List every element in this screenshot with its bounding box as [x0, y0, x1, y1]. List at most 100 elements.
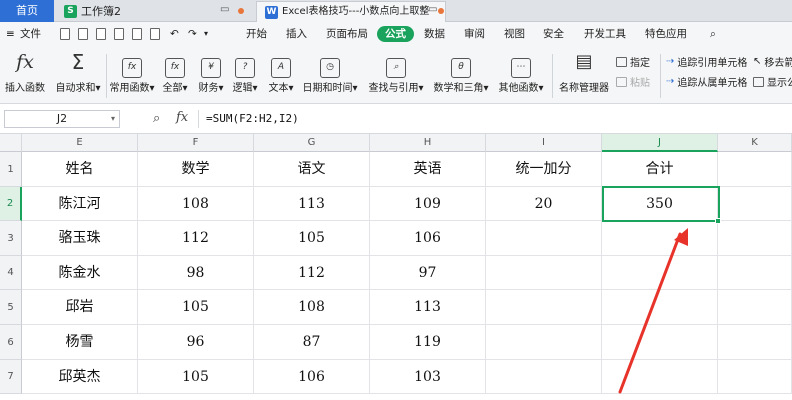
paste-icon: [616, 76, 627, 87]
document-icon: W: [265, 5, 278, 19]
menu-home[interactable]: 开始: [246, 26, 267, 42]
ribbon-divider: [552, 54, 553, 98]
name-manager-label: 名称管理器: [559, 83, 609, 94]
monitor-icon[interactable]: ▭: [220, 4, 229, 15]
show-formulas-icon: [753, 76, 764, 87]
text-label: 文本▾: [268, 83, 294, 94]
formula-input[interactable]: =SUM(F2:H2,I2): [198, 110, 792, 128]
date-time-button[interactable]: ◷ 日期和时间▾: [302, 50, 358, 94]
formula-bar: J2 ▾ ⌕ fx =SUM(F2:H2,I2): [0, 104, 792, 134]
math-trig-label: 数学和三角▾: [433, 83, 489, 94]
trace-precedents-label: 追踪引用单元格: [677, 58, 748, 69]
clock-icon: ◷: [320, 58, 340, 78]
common-functions-button[interactable]: fx 常用函数▾: [108, 50, 156, 94]
define-icon: [616, 56, 627, 67]
all-functions-label: 全部▾: [162, 83, 188, 94]
menu-view[interactable]: 视图: [504, 26, 525, 42]
preview-icon[interactable]: [150, 28, 160, 40]
name-box[interactable]: J2 ▾: [4, 110, 120, 128]
save-icon[interactable]: [96, 28, 106, 40]
more-icon: ⋯: [511, 58, 531, 78]
function-icon: fx: [16, 51, 34, 73]
unsaved-dot-icon: [238, 8, 244, 14]
menu-insert[interactable]: 插入: [286, 26, 307, 42]
define-label: 指定: [630, 58, 650, 69]
date-time-label: 日期和时间▾: [302, 83, 358, 94]
menu-security[interactable]: 安全: [543, 26, 564, 42]
more-functions-button[interactable]: ⋯ 其他函数▾: [496, 50, 546, 94]
name-manager-icon: ▤: [575, 51, 593, 72]
annotation-arrow: [618, 228, 688, 394]
show-formulas-button[interactable]: 显示公: [753, 74, 792, 89]
question-icon: ?: [235, 58, 255, 78]
paste-label: 粘贴: [630, 78, 650, 89]
logical-button[interactable]: ? 逻辑▾: [230, 50, 260, 94]
show-formulas-label: 显示公: [767, 78, 792, 89]
arrow-shaft: [618, 232, 682, 394]
search-icon[interactable]: ⌕: [710, 26, 716, 42]
spreadsheet-icon: S: [64, 5, 77, 18]
tab-document[interactable]: W Excel表格技巧---小数点向上取整: [256, 1, 446, 22]
math-trig-button[interactable]: θ 数学和三角▾: [432, 50, 490, 94]
menu-file[interactable]: 文件: [20, 26, 41, 42]
text-button[interactable]: A 文本▾: [266, 50, 296, 94]
paste-name-button[interactable]: 粘贴: [616, 74, 650, 89]
print-icon[interactable]: [132, 28, 142, 40]
name-manager-button[interactable]: ▤ 名称管理器: [558, 50, 610, 94]
function-box-icon: fx: [165, 58, 185, 78]
trace-dependents-button[interactable]: ⇢ 追踪从属单元格: [666, 74, 747, 89]
lookup-reference-button[interactable]: ⌕ 查找与引用▾: [368, 50, 424, 94]
trace-arrow-icon: ⇢: [666, 76, 675, 87]
tab-home[interactable]: 首页: [0, 0, 54, 22]
menu-page-layout[interactable]: 页面布局: [326, 26, 368, 42]
menu-developer[interactable]: 开发工具: [584, 26, 626, 42]
menu-review[interactable]: 审阅: [464, 26, 485, 42]
menu-special[interactable]: 特色应用: [645, 26, 687, 42]
tab-workbook-label: 工作簿2: [81, 4, 121, 18]
lookup-reference-label: 查找与引用▾: [368, 83, 424, 94]
common-functions-label: 常用函数▾: [109, 83, 155, 94]
remove-arrows-button[interactable]: ↖ 移去箭: [753, 54, 792, 69]
sigma-icon: Σ: [71, 50, 85, 74]
tab-workbook[interactable]: S 工作簿2: [56, 1, 236, 22]
menu-bar: ≡ 文件 ↶ ↷ ▾ 开始 插入 页面布局 公式 数据 审阅 视图 安全 开发工…: [0, 22, 792, 46]
theta-icon: θ: [451, 58, 471, 78]
trace-precedents-button[interactable]: ⇢ 追踪引用单元格: [666, 54, 747, 69]
autosum-label: 自动求和▾: [55, 83, 101, 94]
autosum-button[interactable]: Σ 自动求和▾: [54, 50, 102, 94]
spreadsheet-grid[interactable]: E F G H I J K 1 姓名 数学 语文 英语 统一加分 合计 2 陈江河 108 113 1…: [0, 134, 792, 400]
chevron-down-icon[interactable]: ▾: [111, 111, 115, 127]
remove-arrows-icon: ↖: [753, 56, 762, 67]
trace-arrow-icon: ⇢: [666, 56, 675, 67]
financial-button[interactable]: ¥ 财务▾: [196, 50, 226, 94]
open-folder-icon[interactable]: [78, 28, 88, 40]
hamburger-icon[interactable]: ≡: [6, 26, 15, 42]
name-box-value: J2: [56, 112, 68, 125]
currency-icon: ¥: [201, 58, 221, 78]
text-a-icon: A: [271, 58, 291, 78]
tab-document-label: Excel表格技巧---小数点向上取整: [282, 6, 430, 17]
undo-icon[interactable]: ↶: [170, 26, 179, 42]
new-file-icon[interactable]: [60, 28, 70, 40]
menu-data[interactable]: 数据: [424, 26, 445, 42]
menu-formulas[interactable]: 公式: [377, 26, 414, 42]
title-bar: 首页 S 工作簿2 ▭ W Excel表格技巧---小数点向上取整 ▭: [0, 0, 792, 22]
logical-label: 逻辑▾: [232, 83, 258, 94]
chevron-down-icon[interactable]: ▾: [204, 26, 208, 42]
unsaved-dot-icon: [438, 8, 444, 14]
zoom-search-icon[interactable]: ⌕: [153, 111, 160, 126]
redo-icon[interactable]: ↷: [188, 26, 197, 42]
ribbon: fx 插入函数 Σ 自动求和▾ fx 常用函数▾ fx 全部▾ ¥ 财务▾ ? …: [0, 46, 792, 104]
all-functions-button[interactable]: fx 全部▾: [160, 50, 190, 94]
export-pdf-icon[interactable]: [114, 28, 124, 40]
ribbon-divider: [660, 54, 661, 98]
monitor-icon[interactable]: ▭: [428, 4, 437, 15]
insert-function-button[interactable]: fx 插入函数: [4, 50, 46, 94]
define-name-button[interactable]: 指定: [616, 54, 650, 69]
trace-dependents-label: 追踪从属单元格: [677, 78, 748, 89]
function-icon[interactable]: fx: [176, 110, 188, 125]
financial-label: 财务▾: [198, 83, 224, 94]
ribbon-divider: [106, 54, 107, 98]
remove-arrows-label: 移去箭: [764, 58, 792, 69]
magnifier-icon: ⌕: [386, 58, 406, 78]
